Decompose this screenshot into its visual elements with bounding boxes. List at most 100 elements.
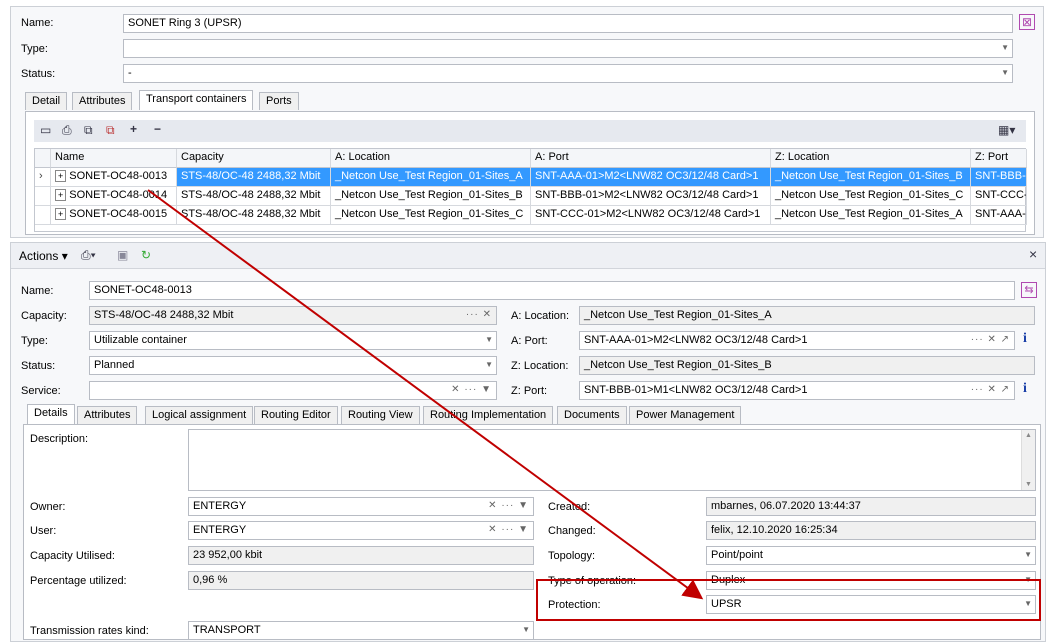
col-name[interactable]: Name [51, 149, 177, 168]
a-port-field[interactable]: SNT-AAA-01>M2<LNW82 OC3/12/48 Card>1 ··· … [579, 331, 1015, 350]
cell-a-port[interactable]: SNT-CCC-01>M2<LNW82 OC3/12/48 Card>1 [531, 206, 771, 225]
cell-a-location[interactable]: _Netcon Use_Test Region_01-Sites_C [331, 206, 531, 225]
table-row[interactable]: + SONET-OC48-0015 [51, 206, 177, 225]
cell-capacity[interactable]: STS-48/OC-48 2488,32 Mbit [177, 168, 331, 187]
a-port-info-icon[interactable]: i [1023, 331, 1027, 347]
window-toolbar: Actions ▾ ⎙▾ ▣ ↻ × [11, 243, 1045, 269]
close-icon[interactable]: × [1029, 246, 1037, 262]
tab-routing-implementation[interactable]: Routing Implementation [423, 406, 554, 424]
save-icon[interactable]: ▣ [117, 248, 128, 262]
tab-logical-assignment[interactable]: Logical assignment [145, 406, 254, 424]
percentage-utilized-label: Percentage utilized: [30, 575, 127, 587]
cell-z-location[interactable]: _Netcon Use_Test Region_01-Sites_A [771, 206, 971, 225]
topology-select[interactable]: Point/point ▼ [706, 546, 1036, 565]
z-location-field[interactable]: _Netcon Use_Test Region_01-Sites_B [579, 356, 1035, 375]
user-controls-icon[interactable]: ✕ ··· ▼ [488, 524, 529, 535]
changed-field[interactable]: felix, 12.10.2020 16:25:34 [706, 521, 1036, 540]
cell-z-port[interactable]: SNT-CCC-0 [971, 187, 1027, 206]
table-row[interactable]: + SONET-OC48-0014 [51, 187, 177, 206]
actions-menu[interactable]: Actions ▾ [19, 249, 68, 263]
open-icon[interactable]: ▭ [40, 123, 51, 137]
cell-z-port[interactable]: SNT-BBB-0 [971, 168, 1027, 187]
columns-menu-icon[interactable]: ▦▾ [998, 123, 1015, 137]
percentage-utilized-field[interactable]: 0,96 % [188, 571, 534, 590]
actions-label: Actions [19, 249, 59, 263]
refresh-icon[interactable]: ↻ [141, 248, 151, 262]
type-select[interactable]: Utilizable container ▼ [89, 331, 497, 350]
tab-attributes[interactable]: Attributes [72, 92, 133, 110]
description-textarea[interactable]: ▲ ▼ [188, 429, 1036, 491]
a-location-field[interactable]: _Netcon Use_Test Region_01-Sites_A [579, 306, 1035, 325]
col-a-location[interactable]: A: Location [331, 149, 531, 168]
ring-name-field[interactable]: SONET Ring 3 (UPSR) [123, 14, 1013, 33]
tab-power-management[interactable]: Power Management [629, 406, 742, 424]
table-row[interactable]: + SONET-OC48-0013 [51, 168, 177, 187]
cell-z-port[interactable]: SNT-AAA-0 [971, 206, 1027, 225]
created-field[interactable]: mbarnes, 06.07.2020 13:44:37 [706, 497, 1036, 516]
a-port-controls-icon[interactable]: ··· ✕ ↗ [971, 334, 1010, 345]
ring-type-select[interactable]: ▼ [123, 39, 1013, 58]
z-port-value: SNT-BBB-01>M1<LNW82 OC3/12/48 Card>1 [584, 384, 808, 396]
row-indicator [35, 187, 51, 206]
col-a-port[interactable]: A: Port [531, 149, 771, 168]
ring-status-select[interactable]: - ▼ [123, 64, 1013, 83]
cell-capacity[interactable]: STS-48/OC-48 2488,32 Mbit [177, 206, 331, 225]
expand-icon[interactable]: + [55, 189, 67, 201]
copy-icon[interactable]: ⧉ [84, 123, 93, 138]
z-port-field[interactable]: SNT-BBB-01>M1<LNW82 OC3/12/48 Card>1 ··· … [579, 381, 1015, 400]
cell-capacity[interactable]: STS-48/OC-48 2488,32 Mbit [177, 187, 331, 206]
capacity-utilised-field[interactable]: 23 952,00 kbit [188, 546, 534, 565]
minus-icon[interactable]: − [154, 122, 161, 136]
col-z-location[interactable]: Z: Location [771, 149, 971, 168]
expand-icon[interactable]: + [55, 208, 67, 220]
ring-status-value: - [128, 67, 132, 79]
cell-name: SONET-OC48-0015 [69, 208, 168, 220]
z-location-label: Z: Location: [511, 360, 569, 372]
cell-name: SONET-OC48-0014 [69, 189, 168, 201]
cell-a-port[interactable]: SNT-BBB-01>M2<LNW82 OC3/12/48 Card>1 [531, 187, 771, 206]
protection-select[interactable]: UPSR ▼ [706, 595, 1036, 614]
detail-name-field[interactable]: SONET-OC48-0013 [89, 281, 1015, 300]
expand-icon[interactable]: + [55, 170, 67, 182]
tab-routing-editor[interactable]: Routing Editor [254, 406, 338, 424]
service-controls-icon[interactable]: ✕ ··· ▼ [451, 384, 492, 395]
tab-transport-containers[interactable]: Transport containers [139, 90, 254, 110]
owner-field[interactable]: ENTERGY ✕ ··· ▼ [188, 497, 534, 516]
z-port-controls-icon[interactable]: ··· ✕ ↗ [971, 384, 1010, 395]
col-z-port[interactable]: Z: Port [971, 149, 1027, 168]
cell-a-port[interactable]: SNT-AAA-01>M2<LNW82 OC3/12/48 Card>1 [531, 168, 771, 187]
owner-controls-icon[interactable]: ✕ ··· ▼ [488, 500, 529, 511]
type-of-operation-select[interactable]: Duplex ▼ [706, 571, 1036, 590]
description-scrollbar[interactable]: ▲ ▼ [1021, 430, 1035, 490]
col-capacity[interactable]: Capacity [177, 149, 331, 168]
type-of-operation-value: Duplex [711, 574, 746, 586]
scroll-down-icon[interactable]: ▼ [1025, 481, 1032, 488]
cell-z-location[interactable]: _Netcon Use_Test Region_01-Sites_B [771, 168, 971, 187]
cell-a-location[interactable]: _Netcon Use_Test Region_01-Sites_A [331, 168, 531, 187]
capacity-controls-icon[interactable]: ··· ✕ [466, 309, 492, 320]
tab-routing-view[interactable]: Routing View [341, 406, 420, 424]
transmission-rates-kind-select[interactable]: TRANSPORT ▼ [188, 621, 534, 640]
tab-documents[interactable]: Documents [557, 406, 627, 424]
a-port-label: A: Port: [511, 335, 548, 347]
status-select[interactable]: Planned ▼ [89, 356, 497, 375]
cell-z-location[interactable]: _Netcon Use_Test Region_01-Sites_C [771, 187, 971, 206]
remove-link-icon[interactable]: ⧉ [106, 123, 115, 138]
ring-edit-icon[interactable]: ⊠ [1019, 14, 1035, 30]
capacity-field[interactable]: STS-48/OC-48 2488,32 Mbit ··· ✕ [89, 306, 497, 325]
detail-tab-bar: Details Attributes Logical assignment Ro… [27, 404, 1037, 426]
chevron-down-icon: ▼ [1001, 68, 1009, 77]
scroll-up-icon[interactable]: ▲ [1025, 432, 1032, 439]
add-icon[interactable]: + [130, 122, 137, 136]
tab-ports[interactable]: Ports [259, 92, 299, 110]
tab-detail[interactable]: Detail [25, 92, 68, 110]
z-port-info-icon[interactable]: i [1023, 381, 1027, 397]
service-field[interactable]: ✕ ··· ▼ [89, 381, 497, 400]
cell-a-location[interactable]: _Netcon Use_Test Region_01-Sites_B [331, 187, 531, 206]
user-field[interactable]: ENTERGY ✕ ··· ▼ [188, 521, 534, 540]
tab-details[interactable]: Details [27, 404, 75, 424]
print-icon[interactable]: ⎙▾ [81, 248, 96, 263]
tab-attributes[interactable]: Attributes [77, 406, 138, 424]
print-icon[interactable]: ⎙ [62, 123, 72, 138]
edit-icon[interactable]: ⇆ [1021, 282, 1037, 298]
